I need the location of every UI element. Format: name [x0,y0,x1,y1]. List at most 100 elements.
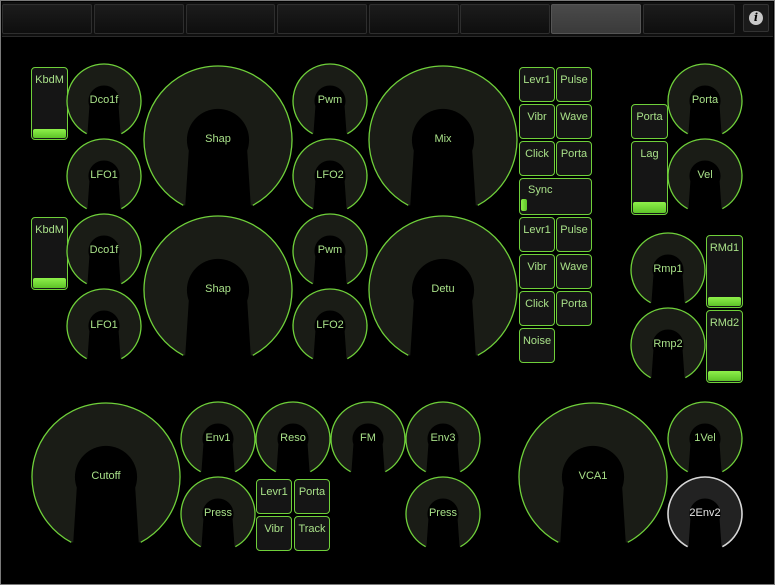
noise-button[interactable]: Noise [519,328,555,363]
knob-label: Pwm [317,244,343,256]
button-label: Track [298,523,326,535]
info-icon: i [749,11,763,25]
knob-label: Rmp1 [653,263,683,275]
knob-label: Env1 [205,432,231,444]
wave-button-osc2[interactable]: Wave [556,254,592,289]
knob-label: LFO1 [90,169,118,181]
tab-3[interactable] [186,4,275,34]
slider-fill [708,297,741,306]
click-button-osc2[interactable]: Click [519,291,555,326]
knob-label: Cutoff [91,470,121,482]
vibr-button-osc2[interactable]: Vibr [519,254,555,289]
tab-1[interactable] [2,4,92,34]
knob-lfo1-osc1[interactable]: LFO1 [66,138,142,214]
vibr-button-osc1[interactable]: Vibr [519,104,555,139]
knob-label: LFO1 [90,319,118,331]
knob-vel[interactable]: Vel [667,138,743,214]
pulse-button-osc1[interactable]: Pulse [556,67,592,102]
knob-pwm-osc2[interactable]: Pwm [292,213,368,289]
levr1-button-filter[interactable]: Levr1 [256,479,292,514]
porta-button-filter[interactable]: Porta [294,479,330,514]
knob-rmp2[interactable]: Rmp2 [630,307,706,383]
knob-label: LFO2 [316,319,344,331]
knob-dco1f-osc1[interactable]: Dco1f [66,63,142,139]
kbdm-slider-osc1[interactable]: KbdM [31,67,68,140]
knob-lfo1-osc2[interactable]: LFO1 [66,288,142,364]
lag-slider[interactable]: Lag [631,141,668,215]
knob-2env2[interactable]: 2Env2 [667,476,743,552]
button-label: Vibr [527,111,547,123]
wave-button-osc1[interactable]: Wave [556,104,592,139]
tab-4[interactable] [277,4,367,34]
knob-lfo2-osc1[interactable]: LFO2 [292,138,368,214]
rmd2-slider[interactable]: RMd2 [706,310,743,383]
tab-6[interactable] [460,4,550,34]
knob-lfo2-osc2[interactable]: LFO2 [292,288,368,364]
slider-fill [33,129,66,138]
knob-press-env3[interactable]: Press [405,476,481,552]
knob-reso[interactable]: Reso [255,401,331,477]
button-label: Click [525,298,549,310]
slider-label: RMd1 [709,242,740,254]
knob-detu[interactable]: Detu [368,215,518,365]
knob-rmp1[interactable]: Rmp1 [630,232,706,308]
info-button[interactable]: i [743,4,769,32]
tab-2[interactable] [94,4,184,34]
levr1-button-osc1[interactable]: Levr1 [519,67,555,102]
knob-1vel[interactable]: 1Vel [667,401,743,477]
knob-shap-osc2[interactable]: Shap [143,215,293,365]
track-button-filter[interactable]: Track [294,516,330,551]
knob-label: LFO2 [316,169,344,181]
knob-label: Dco1f [89,244,119,256]
knob-label: Pwm [317,94,343,106]
knob-label: Shap [205,133,231,145]
button-label: Levr1 [523,74,551,86]
slider-label: Sync [528,184,553,196]
button-label: Levr1 [260,486,288,498]
knob-fm[interactable]: FM [330,401,406,477]
knob-vca1[interactable]: VCA1 [518,402,668,552]
knob-label: Reso [280,432,306,444]
button-label: Wave [560,111,588,123]
porta-button-osc2[interactable]: Porta [556,291,592,326]
button-label: Noise [522,335,552,347]
rmd1-slider[interactable]: RMd1 [706,235,743,308]
button-label: Wave [560,261,588,273]
knob-press-filter[interactable]: Press [180,476,256,552]
button-label: Porta [298,486,326,498]
vibr-button-filter[interactable]: Vibr [256,516,292,551]
knob-label: FM [360,432,376,444]
porta-button-osc1[interactable]: Porta [556,141,592,176]
knob-cutoff[interactable]: Cutoff [31,402,181,552]
knob-mix[interactable]: Mix [368,65,518,215]
knob-porta[interactable]: Porta [667,63,743,139]
porta-mode-button[interactable]: Porta [631,104,668,139]
slider-label: KbdM [35,74,64,86]
pulse-button-osc2[interactable]: Pulse [556,217,592,252]
tab-7[interactable] [551,4,641,34]
button-label: Porta [560,148,588,160]
sync-slider[interactable]: Sync [519,178,592,215]
slider-fill [521,199,527,211]
knob-label: 2Env2 [689,507,721,519]
knob-label: Detu [431,283,455,295]
knob-shap-osc1[interactable]: Shap [143,65,293,215]
click-button-osc1[interactable]: Click [519,141,555,176]
slider-fill [633,202,666,213]
knob-pwm-osc1[interactable]: Pwm [292,63,368,139]
knob-label: Vel [697,169,713,181]
knob-label: Shap [205,283,231,295]
knob-env3[interactable]: Env3 [405,401,481,477]
knob-label: VCA1 [578,470,608,482]
slider-label: Lag [640,148,659,160]
tab-5[interactable] [369,4,459,34]
button-label: Porta [560,298,588,310]
kbdm-slider-osc2[interactable]: KbdM [31,217,68,290]
tab-bar [2,2,773,37]
levr1-button-osc2[interactable]: Levr1 [519,217,555,252]
knob-dco1f-osc2[interactable]: Dco1f [66,213,142,289]
button-label: Vibr [264,523,284,535]
tab-8[interactable] [643,4,735,34]
knob-env1[interactable]: Env1 [180,401,256,477]
knob-label: Press [203,507,233,519]
